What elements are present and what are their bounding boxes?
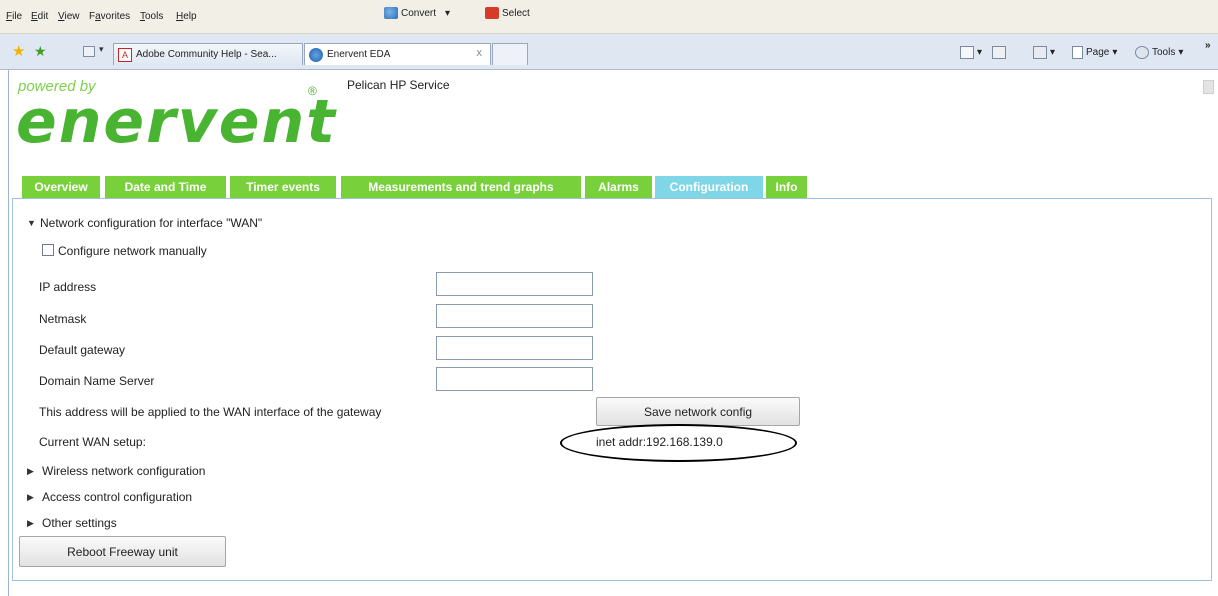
menu-help[interactable]: Help [176,11,197,22]
toolbar-overflow-icon[interactable]: » [1205,40,1211,51]
home-button[interactable]: ▾ [960,46,982,59]
chevron-down-icon: ▾ [1112,47,1118,58]
registered-mark: ® [308,84,317,98]
feeds-button[interactable] [992,46,1006,59]
ip-address-label: IP address [39,280,97,294]
menu-text: elp [183,11,197,22]
browser-menubar: File Edit View Favorites Tools Help Conv… [0,0,1218,34]
quick-tabs-icon[interactable] [83,46,95,57]
apply-note-text: This address will be applied to the WAN … [39,405,382,419]
tab-alarms[interactable]: Alarms [585,176,652,198]
page-icon [1072,46,1083,59]
chevron-down-icon: ▾ [977,47,983,58]
tools-menu[interactable]: Tools ▾ [1135,46,1183,59]
wireless-config-section[interactable]: Wireless network configuration [42,464,205,478]
menu-file[interactable]: File [6,11,22,22]
tab-timer-events[interactable]: Timer events [230,176,336,198]
service-title: Pelican HP Service [347,78,450,92]
adobe-favicon-icon: A [118,47,132,62]
tab-overview[interactable]: Overview [22,176,100,198]
menu-text: iew [64,11,80,22]
menu-text: ile [12,11,23,22]
convert-button[interactable]: Convert ▾ [384,7,450,19]
dns-input[interactable] [436,367,593,391]
tab-info[interactable]: Info [766,176,807,198]
print-button[interactable]: ▾ [1033,46,1055,59]
reboot-freeway-button[interactable]: Reboot Freeway unit [19,536,226,567]
select-icon [485,7,499,19]
configure-manually-label[interactable]: Configure network manually [58,244,207,258]
select-label: Select [502,7,530,19]
expanded-triangle-icon[interactable]: ▼ [27,218,36,228]
print-icon [1033,46,1047,59]
enervent-logo: enervent [16,87,337,157]
netmask-input[interactable] [436,304,593,328]
chevron-down-icon: ▾ [1178,47,1184,58]
scrollbar-up-arrow[interactable] [1203,80,1214,94]
dns-label: Domain Name Server [39,374,155,388]
tools-label: Tools [1152,47,1176,58]
select-button[interactable]: Select [485,7,530,19]
configure-manually-checkbox[interactable] [42,244,54,256]
tab-adobe-help[interactable]: A Adobe Community Help - Sea... [113,43,303,65]
browser-tabbar: ★ ★ ▾ A Adobe Community Help - Sea... En… [0,34,1218,70]
add-favorites-icon[interactable]: ★ [34,44,47,59]
page-label: Page [1086,47,1110,58]
ip-address-input[interactable] [436,272,593,296]
tab-date-and-time[interactable]: Date and Time [105,176,226,198]
collapsed-triangle-icon[interactable]: ▶ [27,518,34,529]
favorites-star-icon[interactable]: ★ [12,44,25,59]
menu-accelerator: E [31,11,38,22]
menu-view[interactable]: View [58,11,80,22]
tab-enervent-eda[interactable]: Enervent EDA x [304,43,491,65]
tab-configuration[interactable]: Configuration [655,176,763,198]
menu-tools[interactable]: Tools [140,11,163,22]
gear-icon [1135,46,1149,59]
access-control-section[interactable]: Access control configuration [42,490,192,504]
tab-measurements[interactable]: Measurements and trend graphs [341,176,581,198]
save-network-config-button[interactable]: Save network config [596,397,800,426]
new-tab-button[interactable] [492,43,528,65]
feeds-icon [992,46,1006,59]
default-gateway-input[interactable] [436,336,593,360]
ie-favicon-icon [309,47,323,62]
page-left-border [8,70,9,596]
convert-label: Convert [401,7,437,19]
convert-icon [384,7,398,19]
menu-favorites[interactable]: Favorites [89,11,130,22]
tab-list-chevron-icon[interactable]: ▾ [99,44,104,55]
current-wan-setup-value: inet addr:192.168.139.0 [596,435,723,449]
default-gateway-label: Default gateway [39,343,126,357]
netmask-label: Netmask [39,312,87,326]
menu-edit[interactable]: Edit [31,11,48,22]
menu-text: vorites [100,11,131,22]
other-settings-section[interactable]: Other settings [42,516,117,530]
chevron-down-icon: ▾ [445,7,451,19]
page-menu[interactable]: Page ▾ [1072,46,1117,59]
tab-title: Enervent EDA [327,49,391,60]
menu-text: ools [145,11,164,22]
home-icon [960,46,974,59]
current-wan-setup-label: Current WAN setup: [39,435,146,449]
chevron-down-icon: ▾ [1050,47,1056,58]
collapsed-triangle-icon[interactable]: ▶ [27,466,34,477]
tab-title: Adobe Community Help - Sea... [136,49,277,60]
collapsed-triangle-icon[interactable]: ▶ [27,492,34,503]
menu-text: dit [37,11,49,22]
close-tab-icon[interactable]: x [477,47,483,59]
wan-section-heading[interactable]: Network configuration for interface "WAN… [40,216,262,230]
